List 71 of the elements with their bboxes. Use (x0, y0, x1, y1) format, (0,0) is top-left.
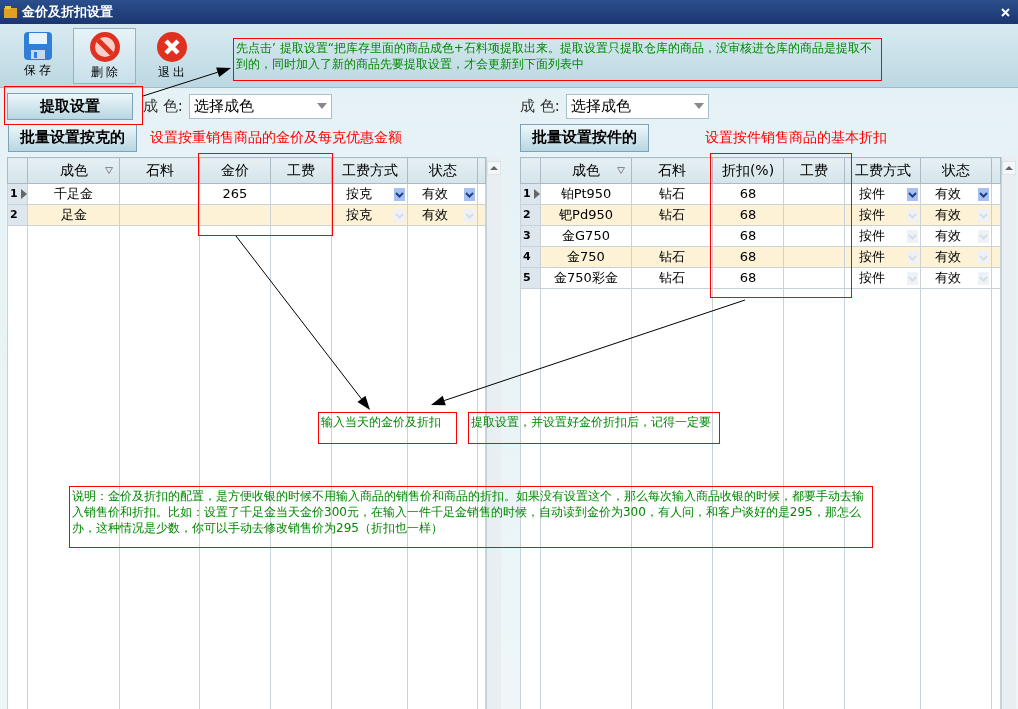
row-header[interactable]: 2 (520, 204, 541, 226)
color-select[interactable]: 选择成色 (565, 93, 709, 119)
table-cell: 68 (712, 267, 784, 289)
table-cell: 金G750 (540, 225, 632, 247)
folder-icon (4, 5, 18, 19)
column-header[interactable]: 状态 (407, 157, 478, 184)
column-header[interactable]: 工费方式 (331, 157, 408, 184)
column-header[interactable]: 折扣(%) (712, 157, 784, 184)
close-icon (155, 31, 188, 63)
dropdown-cell[interactable]: 有效 (920, 267, 992, 289)
column-header[interactable]: 成色 (27, 157, 120, 184)
dropdown-cell[interactable]: 有效 (407, 183, 478, 205)
annotation-note: 说明：金价及折扣的配置，是方便收银的时候不用输入商品的销售价和商品的折扣。如果没有设置这个，那么每次输入商品收银的时候，都要手动去输入销售价和折扣。比如：设置了千足金当天金价300元，在输入一件千足金销售的时候，自动读到金价为300，有人问，和客户谈好的是295，那怎么办，这种情况是少数，你可以手动去修改销售价为295（折扣也一样） (69, 486, 873, 548)
column-header[interactable]: 工费 (270, 157, 332, 184)
current-row-icon (20, 188, 27, 199)
delete-button[interactable]: 删 除 (73, 28, 136, 84)
table-cell: 68 (712, 225, 784, 247)
column-header[interactable]: 工费 (783, 157, 845, 184)
row-header[interactable]: 1 (7, 183, 28, 205)
dropdown-cell[interactable]: 按克 (331, 183, 408, 205)
dropdown-cell[interactable]: 按件 (844, 183, 921, 205)
table-cell (783, 225, 845, 247)
dropdown-cell[interactable]: 按件 (844, 267, 921, 289)
scroll-up-arrow-icon[interactable] (1002, 160, 1016, 175)
extract-settings-button[interactable]: 提取设置 (7, 92, 133, 120)
color-select[interactable]: 选择成色 (188, 93, 332, 119)
column-header[interactable]: 状态 (920, 157, 992, 184)
scroll-up-arrow-icon[interactable] (487, 160, 501, 175)
table-cell: 钻石 (631, 267, 713, 289)
annotation-note: 提取设置，并设置好金价折扣后，记得一定要 (468, 412, 720, 444)
column-header[interactable]: 石料 (631, 157, 713, 184)
row-header[interactable]: 2 (7, 204, 28, 226)
column-header[interactable]: 工费方式 (844, 157, 921, 184)
row-header[interactable]: 5 (520, 267, 541, 289)
caret-icon (693, 103, 704, 109)
row-header[interactable]: 1 (520, 183, 541, 205)
dropdown-cell[interactable]: 按件 (844, 225, 921, 247)
color-label: 成 色: (520, 95, 560, 117)
table-cell (783, 183, 845, 205)
save-icon (22, 31, 53, 61)
prohibited-icon (88, 31, 121, 63)
caret-icon (316, 103, 327, 109)
hint-text: 设置按重销售商品的金价及每克优惠金额 (150, 128, 402, 147)
table-cell: 钻石 (631, 183, 713, 205)
current-row-icon (533, 188, 540, 199)
table-cell: 68 (712, 183, 784, 205)
filter-icon[interactable] (617, 167, 625, 174)
window-title: 金价及折扣设置 (22, 3, 113, 22)
filter-icon[interactable] (105, 167, 113, 174)
dropdown-cell[interactable]: 有效 (920, 183, 992, 205)
row-header[interactable]: 3 (520, 225, 541, 247)
exit-button[interactable]: 退 出 (140, 28, 203, 84)
table-cell (270, 183, 332, 205)
annotation-note: 输入当天的金价及折扣 (318, 412, 457, 444)
column-header[interactable]: 石料 (119, 157, 200, 184)
column-header[interactable]: 成色 (540, 157, 632, 184)
dropdown-cell[interactable]: 有效 (920, 225, 992, 247)
column-header[interactable]: 金价 (199, 157, 271, 184)
table-cell: 千足金 (27, 183, 120, 205)
table-cell: 265 (199, 183, 271, 205)
row-header[interactable]: 4 (520, 246, 541, 268)
hint-text: 设置按件销售商品的基本折扣 (705, 128, 887, 147)
batch-settings-button[interactable]: 批量设置按克的 (8, 123, 137, 152)
table-cell: 金750彩金 (540, 267, 632, 289)
save-button[interactable]: 保 存 (6, 28, 69, 84)
batch-settings-button[interactable]: 批量设置按件的 (520, 123, 649, 152)
annotation-note: 先点击’ 提取设置“把库存里面的商品成色+石料项提取出来。提取设置只提取仓库的商品，没审核进仓库的商品是提取不到的，同时加入了新的商品先要提取设置，才会更新到下面列表中 (233, 38, 882, 81)
table-cell: 铂Pt950 (540, 183, 632, 205)
color-label: 成 色: (143, 95, 183, 117)
scrollbar[interactable] (1001, 157, 1016, 709)
close-icon[interactable] (1001, 7, 1010, 17)
